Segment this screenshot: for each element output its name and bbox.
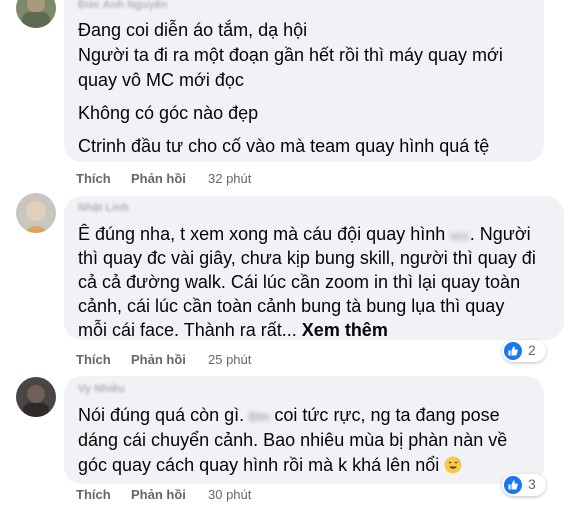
reaction-summary[interactable]: 3 [502,474,546,496]
comment-text-line: Ê đúng nha, t xem xong mà cáu đội quay h… [78,222,531,248]
comment-text: mỗi cái face. Thành ra rất... [78,320,297,340]
comment-text-line: cả cả đường walk. Cái lúc cần zoom in th… [78,272,521,292]
avatar[interactable] [16,377,56,417]
censored-word: Đm [249,409,270,424]
comment-text-line: Không có góc nào đẹp [78,103,259,123]
comment-author[interactable]: Nhật Linh [78,202,129,214]
comment-text-line: Nói đúng quá còn gì. Đm coi tức rực, ng … [78,403,500,429]
grinning-sweat-face-icon [444,456,462,480]
avatar[interactable] [16,193,56,233]
comment-text-line: Người ta đi ra một đoạn gần hết rồi thì … [78,45,503,65]
avatar[interactable] [16,0,56,28]
reply-button[interactable]: Phản hồi [131,171,186,186]
comment-actions: Thích Phản hồi 32 phút [76,171,376,189]
avatar-image [16,193,56,233]
comment-actions: Thích Phản hồi 30 phút [76,487,376,505]
like-button[interactable]: Thích [76,352,111,367]
comment-timestamp[interactable]: 25 phút [208,352,251,367]
see-more-link[interactable]: Xem thêm [302,320,388,340]
like-icon [504,476,522,494]
comment-text-line: thì quay đc vài giây, chưa kịp bung skil… [78,248,536,268]
reaction-count: 3 [528,476,536,492]
comment-actions: Thích Phản hồi 25 phút [76,352,376,370]
avatar-image [16,0,56,28]
reply-button[interactable]: Phản hồi [131,487,186,502]
reaction-summary[interactable]: 2 [502,340,546,362]
comment-text-line: Đang coi diễn áo tắm, dạ hội [78,20,308,40]
comment-text: góc quay cách quay hình rồi mà k khá lên… [78,455,440,475]
like-button[interactable]: Thích [76,487,111,502]
comment-text: Ê đúng nha, t xem xong mà cáu đội quay h… [78,224,446,244]
censored-word: vcc [450,228,470,243]
comment-text: . Người [469,224,531,244]
avatar-image [16,377,56,417]
reply-button[interactable]: Phản hồi [131,352,186,367]
like-icon [504,342,522,360]
comment-author[interactable]: Đức Anh Nguyễn [78,0,167,11]
comment-timestamp[interactable]: 30 phút [208,487,251,502]
comment-text-line: mỗi cái face. Thành ra rất... Xem thêm [78,318,388,342]
comment-text-line: dáng cái chuyển cảnh. Bao nhiêu mùa bị p… [78,430,508,450]
comment-text-line: cảnh, cái lúc cần toàn cảnh bung tà bung… [78,296,505,316]
reaction-count: 2 [528,342,536,358]
comment-timestamp[interactable]: 32 phút [208,171,251,186]
comment-text: coi tức rực, ng ta đang pose [274,405,500,425]
comment-text-line: quay vô MC mới đọc [78,70,244,90]
comment-text-line: góc quay cách quay hình rồi mà k khá lên… [78,453,462,480]
comment-text: Nói đúng quá còn gì. [78,405,245,425]
like-button[interactable]: Thích [76,171,111,186]
comment-text-line: Ctrinh đầu tư cho cố vào mà team quay hì… [78,136,490,156]
comment-author[interactable]: Vy Nhiều [78,383,125,395]
